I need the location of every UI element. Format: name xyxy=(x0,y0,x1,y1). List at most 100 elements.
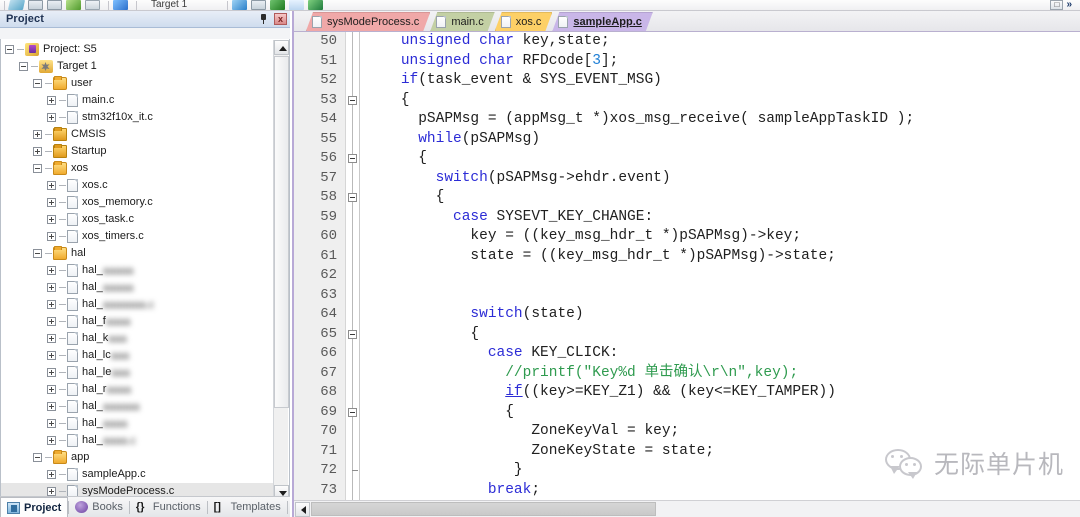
code-line[interactable] xyxy=(360,266,1080,286)
fold-marker[interactable] xyxy=(346,325,359,345)
screen-icon[interactable] xyxy=(85,0,100,10)
tree-item[interactable]: main.c xyxy=(1,92,273,109)
collapse-icon[interactable] xyxy=(33,79,42,88)
code-line[interactable]: state = ((key_msg_hdr_t *)pSAPMsg)->stat… xyxy=(360,247,1080,267)
editor-tabbar[interactable]: sysModeProcess.c main.c xos.c sampleApp.c xyxy=(294,11,1080,32)
tree-item[interactable]: xos_memory.c xyxy=(1,194,273,211)
collapse-block-icon[interactable] xyxy=(348,154,357,163)
chevron-double-icon[interactable]: » xyxy=(1066,0,1072,10)
scroll-left-icon[interactable] xyxy=(295,501,310,517)
tree-item[interactable]: Startup xyxy=(1,143,273,160)
expand-icon[interactable] xyxy=(47,487,56,496)
collapse-block-icon[interactable] xyxy=(348,329,357,339)
expand-icon[interactable] xyxy=(47,402,56,411)
collapse-icon[interactable] xyxy=(33,249,42,258)
expand-icon[interactable] xyxy=(47,215,56,224)
collapse-icon[interactable] xyxy=(19,62,28,71)
fold-marker[interactable] xyxy=(346,188,359,208)
magic-wand-icon[interactable] xyxy=(7,0,26,10)
expand-icon[interactable] xyxy=(47,300,56,309)
expand-icon[interactable] xyxy=(47,436,56,445)
hscrollbar-thumb[interactable] xyxy=(311,502,656,516)
code-line[interactable]: while(pSAPMsg) xyxy=(360,130,1080,150)
window-icon[interactable] xyxy=(47,0,62,10)
tree-item[interactable]: stm32f10x_it.c xyxy=(1,109,273,126)
panel-tab-templates[interactable]: [] Templates xyxy=(208,497,287,517)
expand-icon[interactable] xyxy=(47,368,56,377)
tree-item[interactable]: hal_ aaaa.c xyxy=(1,432,273,449)
tree-item[interactable]: sampleApp.c xyxy=(1,466,273,483)
code-line[interactable]: break; xyxy=(360,481,1080,501)
tree-item[interactable]: hal_ aaaaaaa.c xyxy=(1,296,273,313)
tree-item[interactable]: hal_ aaaa xyxy=(1,415,273,432)
editor-tab[interactable]: sampleApp.c xyxy=(552,12,652,31)
tree-item[interactable]: hal xyxy=(1,245,273,262)
tree-item[interactable]: xos xyxy=(1,160,273,177)
project-tree[interactable]: Project: S5 Target 1 user main.c stm32f10x_i… xyxy=(1,41,273,499)
tree-item[interactable]: hal_lc aaa xyxy=(1,347,273,364)
expand-icon[interactable] xyxy=(47,96,56,105)
code-line[interactable]: if((key>=KEY_Z1) && (key<=KEY_TAMPER)) xyxy=(360,383,1080,403)
code-line[interactable]: ZoneKeyState = state; xyxy=(360,442,1080,462)
expand-icon[interactable] xyxy=(47,181,56,190)
code-line[interactable]: switch(pSAPMsg->ehdr.event) xyxy=(360,169,1080,189)
project-panel-tabs[interactable]: Project Books {} Functions [] Templates xyxy=(0,496,290,517)
code-line[interactable]: { xyxy=(360,91,1080,111)
expand-icon[interactable] xyxy=(47,317,56,326)
code-line[interactable]: case SYSEVT_KEY_CHANGE: xyxy=(360,208,1080,228)
build-icon[interactable] xyxy=(232,0,248,10)
code-line[interactable]: key = ((key_msg_hdr_t *)pSAPMsg)->key; xyxy=(360,227,1080,247)
editor-tab[interactable]: main.c xyxy=(430,12,494,31)
tree-item[interactable]: app xyxy=(1,449,273,466)
code-line[interactable]: unsigned char RFDcode[3]; xyxy=(360,52,1080,72)
tree-item[interactable]: hal_f aaaa xyxy=(1,313,273,330)
fold-marker[interactable] xyxy=(346,149,359,169)
fold-marker[interactable] xyxy=(346,403,359,423)
expand-icon[interactable] xyxy=(47,470,56,479)
code-line[interactable]: } xyxy=(360,461,1080,481)
fold-marker[interactable] xyxy=(346,91,359,111)
tree-item[interactable]: hal_ aaaaa xyxy=(1,262,273,279)
download-icon[interactable] xyxy=(270,0,286,10)
expand-icon[interactable] xyxy=(47,419,56,428)
collapse-block-icon[interactable] xyxy=(348,193,357,202)
code-line[interactable]: unsigned char key,state; xyxy=(360,32,1080,52)
expand-icon[interactable] xyxy=(47,198,56,207)
debug-icon[interactable] xyxy=(308,0,324,10)
expand-icon[interactable] xyxy=(47,113,56,122)
expand-icon[interactable] xyxy=(47,385,56,394)
editor-tab[interactable]: xos.c xyxy=(495,12,553,31)
tree-item[interactable]: user xyxy=(1,75,273,92)
editor-tab[interactable]: sysModeProcess.c xyxy=(306,12,430,31)
tree-item[interactable]: hal_le aaa xyxy=(1,364,273,381)
tree-item[interactable]: hal_r aaaa xyxy=(1,381,273,398)
book-icon[interactable] xyxy=(66,0,81,10)
code-line[interactable]: if(task_event & SYS_EVENT_MSG) xyxy=(360,71,1080,91)
code-line[interactable]: { xyxy=(360,188,1080,208)
target-arrows-icon[interactable] xyxy=(113,0,128,10)
check-icon[interactable] xyxy=(289,0,305,10)
tree-item[interactable]: xos.c xyxy=(1,177,273,194)
window-icon[interactable] xyxy=(251,0,267,10)
code-line[interactable]: case KEY_CLICK: xyxy=(360,344,1080,364)
tree-item[interactable]: hal_k aaa xyxy=(1,330,273,347)
scrollbar-thumb[interactable] xyxy=(274,56,289,408)
tree-item[interactable]: xos_task.c xyxy=(1,211,273,228)
tree-item[interactable]: xos_timers.c xyxy=(1,228,273,245)
expand-icon[interactable] xyxy=(33,130,42,139)
expand-icon[interactable] xyxy=(47,334,56,343)
panel-tab-functions[interactable]: {} Functions xyxy=(130,497,207,517)
code-line[interactable]: pSAPMsg = (appMsg_t *)xos_msg_receive( s… xyxy=(360,110,1080,130)
project-tree-scrollbar[interactable] xyxy=(273,40,289,500)
code-line[interactable]: { xyxy=(360,403,1080,423)
code-line[interactable]: //printf("Key%d 单击确认\r\n",key); xyxy=(360,364,1080,384)
code-line[interactable]: switch(state) xyxy=(360,305,1080,325)
expand-icon[interactable] xyxy=(47,266,56,275)
code-line[interactable]: { xyxy=(360,149,1080,169)
close-icon[interactable]: x xyxy=(274,13,287,25)
code-line[interactable]: { xyxy=(360,325,1080,345)
code-line[interactable] xyxy=(360,286,1080,306)
panel-tab-project[interactable]: Project xyxy=(0,496,69,517)
tree-item[interactable]: hal_ aaaaaa xyxy=(1,398,273,415)
restore-window-button[interactable]: □ xyxy=(1050,0,1064,10)
